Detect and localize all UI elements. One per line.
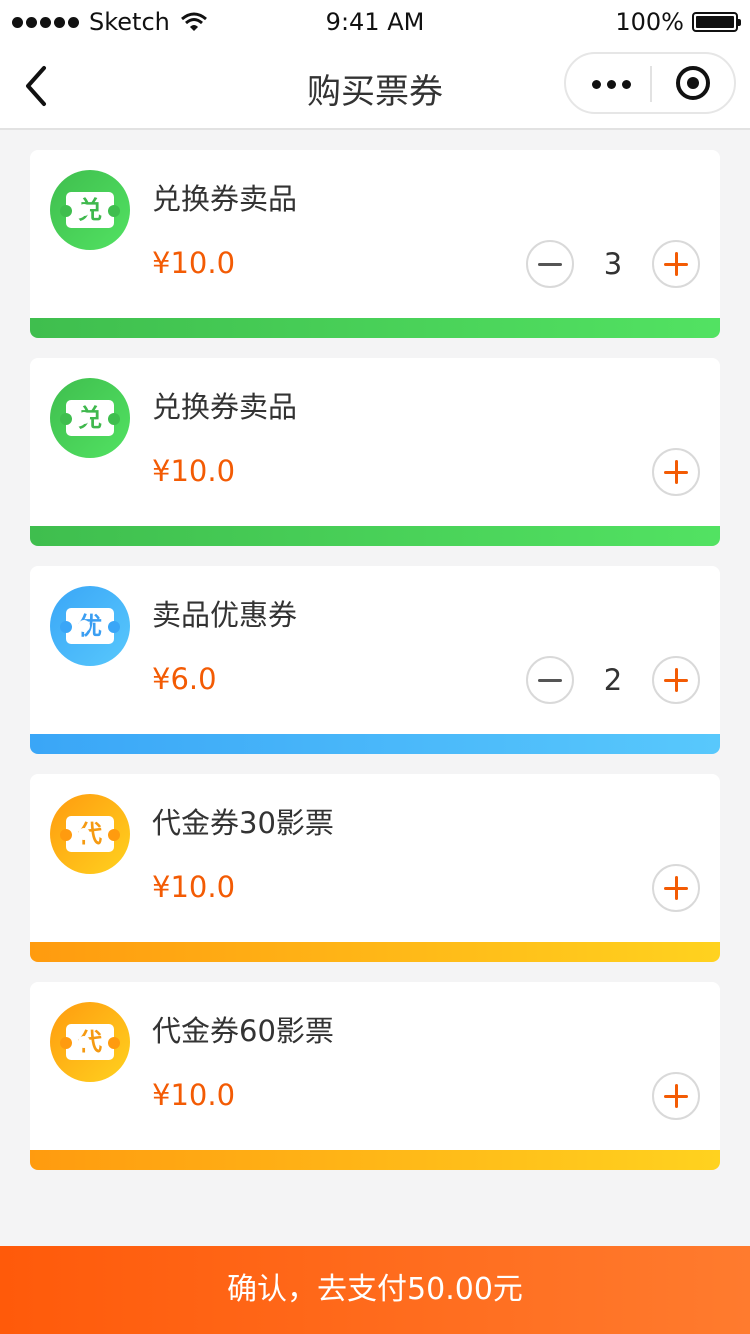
voucher-color-bar <box>30 526 720 546</box>
minus-button[interactable] <box>526 240 574 288</box>
confirm-pay-button[interactable]: 确认，去支付50.00元 <box>0 1246 750 1334</box>
battery-group: 100% <box>615 8 741 36</box>
voucher-card: 兑 兑换券卖品 ¥10.0 <box>30 358 720 546</box>
quantity-stepper <box>652 448 700 496</box>
ticket-notch <box>108 205 120 217</box>
voucher-badge-icon: 兑 <box>50 378 130 458</box>
ticket-icon: 代 <box>66 816 114 852</box>
voucher-card: 兑 兑换券卖品 ¥10.0 3 <box>30 150 720 338</box>
voucher-price: ¥10.0 <box>152 454 236 488</box>
voucher-price: ¥10.0 <box>152 246 236 280</box>
voucher-name: 卖品优惠券 <box>152 598 298 632</box>
capsule-divider <box>650 66 652 102</box>
voucher-name: 兑换券卖品 <box>152 182 298 216</box>
ticket-notch <box>60 413 72 425</box>
voucher-badge-icon: 优 <box>50 586 130 666</box>
ticket-notch <box>60 621 72 633</box>
voucher-card: 代 代金券30影票 ¥10.0 <box>30 774 720 962</box>
voucher-color-bar <box>30 318 720 338</box>
ticket-notch <box>108 1037 120 1049</box>
quantity-value: 3 <box>603 247 623 281</box>
minus-button[interactable] <box>526 656 574 704</box>
target-icon[interactable] <box>676 66 710 100</box>
voucher-name: 代金券30影票 <box>152 806 334 840</box>
ticket-notch <box>108 829 120 841</box>
voucher-price: ¥6.0 <box>152 662 217 696</box>
voucher-card: 优 卖品优惠券 ¥6.0 2 <box>30 566 720 754</box>
mini-program-capsule <box>564 52 736 114</box>
quantity-value: 2 <box>603 663 623 697</box>
ticket-icon: 代 <box>66 1024 114 1060</box>
battery-icon <box>692 12 741 32</box>
plus-button[interactable] <box>652 1072 700 1120</box>
voucher-name: 兑换券卖品 <box>152 390 298 424</box>
voucher-color-bar <box>30 1150 720 1170</box>
plus-button[interactable] <box>652 240 700 288</box>
more-dots-icon[interactable] <box>592 80 631 89</box>
plus-button[interactable] <box>652 656 700 704</box>
voucher-name: 代金券60影票 <box>152 1014 334 1048</box>
quantity-stepper <box>652 1072 700 1120</box>
ticket-notch <box>108 413 120 425</box>
ticket-notch <box>60 205 72 217</box>
status-bar: Sketch 9:41 AM 100% <box>0 0 750 44</box>
voucher-badge-icon: 兑 <box>50 170 130 250</box>
voucher-card: 代 代金券60影票 ¥10.0 <box>30 982 720 1170</box>
ticket-icon: 优 <box>66 608 114 644</box>
ticket-notch <box>108 621 120 633</box>
voucher-color-bar <box>30 942 720 962</box>
ticket-icon: 兑 <box>66 400 114 436</box>
quantity-stepper: 2 <box>526 656 700 704</box>
voucher-price: ¥10.0 <box>152 870 236 904</box>
voucher-color-bar <box>30 734 720 754</box>
plus-button[interactable] <box>652 864 700 912</box>
battery-percent: 100% <box>615 8 684 36</box>
quantity-stepper: 3 <box>526 240 700 288</box>
voucher-badge-icon: 代 <box>50 1002 130 1082</box>
voucher-list: 兑兑换券卖品 ¥10.0 3 兑兑换券卖品 ¥10.0 优卖品优惠券 ¥6.0 2 代代金券30… <box>30 150 720 1190</box>
voucher-badge-icon: 代 <box>50 794 130 874</box>
ticket-icon: 兑 <box>66 192 114 228</box>
ticket-notch <box>60 1037 72 1049</box>
quantity-stepper <box>652 864 700 912</box>
ticket-notch <box>60 829 72 841</box>
plus-button[interactable] <box>652 448 700 496</box>
voucher-price: ¥10.0 <box>152 1078 236 1112</box>
nav-bar: 购买票券 <box>0 44 750 130</box>
